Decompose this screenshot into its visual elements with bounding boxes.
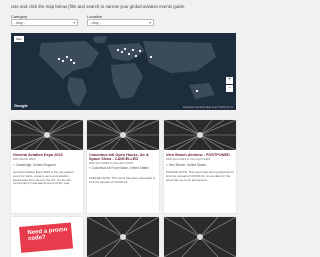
event-image	[164, 120, 236, 150]
events-map[interactable]: Map + − Google Keyboard shortcuts Map da…	[11, 33, 236, 110]
chevron-down-icon: ▾	[149, 20, 151, 25]
event-card[interactable]: Columbus Intl Open House, Air & Space Sh…	[87, 120, 159, 213]
promo-card[interactable]: Need a promo code?	[11, 217, 83, 257]
map-marker[interactable]	[149, 55, 153, 59]
event-description: PLEASE NOTE: This event has been postpon…	[166, 170, 234, 182]
map-marker[interactable]	[116, 48, 120, 52]
map-marker[interactable]	[138, 49, 142, 53]
zoom-in-button[interactable]: +	[226, 77, 233, 84]
google-logo: Google	[14, 103, 28, 108]
promo-text: Need a promo code?	[27, 226, 68, 243]
map-marker[interactable]	[120, 50, 124, 54]
map-marker[interactable]	[131, 48, 135, 52]
map-marker[interactable]	[72, 61, 76, 65]
event-location: ⌖ Columbus Air Force Base, United States	[89, 166, 149, 171]
category-select-value: - Any -	[14, 21, 25, 25]
event-card[interactable]	[164, 217, 236, 257]
event-location: ⌖ Vero Beach, United States	[166, 163, 207, 168]
intro-text: Use and click the map below (film and se…	[11, 4, 186, 9]
world-map	[11, 33, 236, 110]
event-description: PLEASE NOTE: This event has been cancell…	[89, 176, 156, 184]
event-card[interactable]: General Aviation Expo 2023 20th March 20…	[11, 120, 83, 213]
map-marker[interactable]	[69, 58, 73, 62]
map-marker[interactable]	[123, 47, 127, 51]
event-image	[11, 120, 83, 150]
event-card[interactable]	[87, 217, 159, 257]
event-image	[87, 120, 159, 150]
map-marker[interactable]	[57, 57, 61, 61]
map-type-button[interactable]: Map	[14, 36, 24, 42]
event-image	[164, 217, 236, 257]
event-card[interactable]: Vero Beach Airshow - POSTPONED 20th Apri…	[164, 120, 236, 213]
promo-banner[interactable]: Need a promo code?	[19, 222, 74, 253]
event-date: 20th April 2023 to 21st April 2023	[166, 157, 211, 161]
location-select[interactable]: - Any - ▾	[87, 19, 154, 26]
event-description: General Aviation Expo 2023 is the pre-se…	[13, 170, 74, 186]
map-footer[interactable]: Keyboard shortcuts Map data ©2023 Terms	[183, 106, 233, 109]
map-marker[interactable]	[134, 54, 138, 58]
map-marker[interactable]	[61, 59, 65, 63]
zoom-out-button[interactable]: −	[226, 85, 233, 92]
chevron-down-icon: ▾	[73, 20, 75, 25]
event-location-text: Cambridge, United Kingdom	[15, 163, 56, 167]
map-marker[interactable]	[127, 52, 131, 56]
map-marker[interactable]	[195, 89, 199, 93]
event-location: ⌖ Cambridge, United Kingdom	[13, 163, 56, 168]
event-image	[87, 217, 159, 257]
category-select[interactable]: - Any - ▾	[11, 19, 78, 26]
location-select-value: - Any -	[90, 21, 101, 25]
event-location-text: Vero Beach, United States	[168, 163, 207, 167]
map-marker[interactable]	[65, 55, 69, 59]
event-date: 20th March 2023	[13, 157, 36, 161]
event-location-text: Columbus Air Force Base, United States	[91, 166, 149, 170]
